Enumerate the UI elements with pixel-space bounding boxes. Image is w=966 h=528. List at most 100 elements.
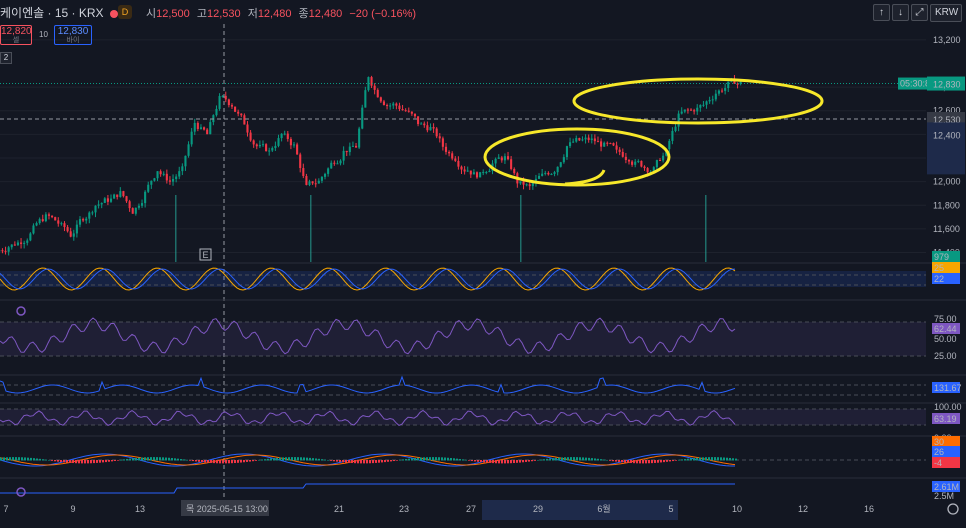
interval-badge[interactable]: D	[118, 5, 132, 19]
candle-body	[469, 170, 472, 175]
macd-bar	[678, 459, 680, 461]
candle-body	[463, 169, 466, 172]
macd-bar	[108, 460, 110, 462]
candle-body	[97, 204, 100, 206]
currency-select[interactable]: KRW	[930, 4, 962, 22]
macd-bar	[135, 457, 137, 461]
arrow-up-icon[interactable]: ↑	[873, 4, 890, 21]
candle-body	[271, 148, 274, 151]
candle-body	[333, 162, 336, 164]
macd-bar	[252, 460, 254, 462]
candle-body	[308, 181, 311, 185]
candle-body	[689, 109, 693, 111]
macd-bar	[420, 457, 422, 461]
candle-body	[373, 85, 376, 90]
candle-body	[311, 181, 314, 184]
macd-bar	[360, 460, 362, 464]
candle-body	[513, 168, 516, 174]
spread-value: 10	[39, 30, 48, 39]
settings-gear-icon	[16, 487, 26, 497]
candle-body	[361, 107, 364, 129]
candle-body	[299, 154, 302, 169]
candle-body	[296, 144, 299, 155]
candle-body	[243, 115, 246, 125]
symbol-title[interactable]: 케이엔솔 · 15 · KRX	[0, 4, 118, 21]
candle-body	[234, 106, 237, 112]
candle-body	[519, 181, 522, 184]
candle-body	[680, 111, 683, 114]
candle-body	[627, 160, 631, 162]
macd-bar	[687, 458, 689, 461]
candle-body	[305, 175, 308, 185]
macd-bar	[141, 457, 143, 461]
macd-bar	[624, 460, 626, 463]
macd-bar	[663, 460, 665, 463]
macd-bar	[3, 457, 5, 461]
candle-body	[386, 105, 389, 107]
macd-bar	[534, 460, 536, 461]
macd-bar	[300, 457, 302, 461]
candle-body	[525, 184, 528, 186]
candle-body	[249, 132, 252, 141]
macd-bar	[558, 457, 560, 461]
candle-body	[503, 156, 506, 161]
chart-canvas[interactable]: 13,20012,80012,60012,40012,20012,00011,8…	[0, 0, 966, 528]
candle-body	[603, 142, 606, 147]
candle-body	[41, 219, 44, 222]
macd-bar	[291, 457, 293, 461]
ohlc-readout: 시12,500 고12,530 저12,480 종12,480 −20 (−0.…	[146, 5, 420, 21]
candle-body	[4, 250, 7, 252]
macd-bar	[642, 460, 644, 464]
candle-body	[230, 105, 234, 107]
macd-bar	[429, 457, 431, 461]
ohlc-high-key: 고	[196, 8, 207, 20]
candle-body	[57, 220, 60, 224]
macd-bar	[618, 460, 620, 462]
macd-bar	[174, 458, 176, 461]
macd-bar	[123, 459, 125, 461]
price-tick-label: 11,600	[933, 224, 960, 234]
macd-bar	[240, 460, 242, 463]
macd-bar	[690, 458, 692, 461]
chart-header: 케이엔솔 · 15 · KRX D 시12,500 고12,530 저12,48…	[0, 0, 966, 24]
arrow-down-icon[interactable]: ↓	[892, 4, 909, 21]
candle-body	[75, 224, 78, 234]
expand-icon[interactable]: ⤢	[911, 4, 928, 21]
macd-bar	[66, 460, 68, 463]
candle-body	[153, 178, 156, 181]
candle-body	[584, 137, 587, 140]
macd-bar	[225, 460, 227, 464]
candle-body	[314, 183, 317, 185]
candle-body	[528, 184, 531, 187]
price-tick-label: 12,000	[933, 177, 961, 187]
macd-bar	[150, 457, 152, 461]
indicator-collapse-button[interactable]: 2	[0, 52, 12, 64]
buy-button[interactable]: 12,830 바이	[54, 25, 92, 45]
macd-bar	[615, 460, 617, 462]
macd-bar	[21, 457, 23, 461]
candle-body	[88, 212, 91, 219]
macd-bar	[333, 460, 335, 462]
candle-body	[82, 219, 85, 221]
candle-body	[565, 146, 569, 158]
candle-body	[705, 101, 708, 105]
candle-body	[119, 191, 122, 197]
rsi-settings-gear-icon	[16, 306, 26, 316]
candle-body	[51, 215, 54, 218]
macd-bar	[33, 458, 35, 461]
macd-bar	[570, 457, 572, 461]
candle-body	[410, 111, 413, 114]
macd-bar	[669, 460, 671, 462]
macd-bar	[516, 460, 518, 463]
macd-bar	[261, 459, 263, 461]
macd-bar	[651, 460, 653, 464]
sell-button[interactable]: 12,820 셀	[0, 25, 32, 45]
candle-body	[662, 155, 665, 161]
macd-bar	[279, 457, 281, 461]
macd-bar	[495, 460, 497, 464]
candle-body	[674, 126, 677, 131]
macd-bar	[18, 457, 20, 461]
ohlc-close-value: 12,480	[308, 8, 343, 20]
candle-body	[134, 207, 137, 214]
macd-bar	[483, 460, 485, 463]
